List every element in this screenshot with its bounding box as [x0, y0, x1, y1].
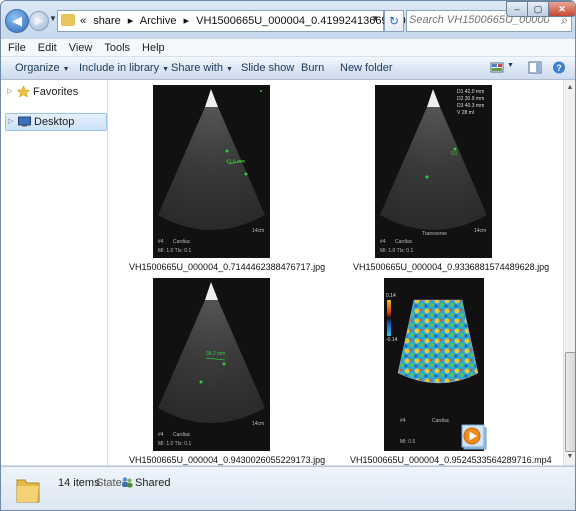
menu-tools[interactable]: Tools	[97, 39, 135, 54]
file-list: 41.6 mm #4 Cardiac MI: 1.0 TIs: 0.1 14cm…	[108, 80, 563, 465]
details-pane: 14 items State: Shared	[1, 466, 575, 510]
overlay-text: #4	[158, 432, 164, 438]
chevron-down-icon: ▼	[62, 66, 70, 73]
star-icon	[17, 86, 30, 97]
overlay-text: Cardiac	[432, 418, 450, 424]
item-count: 14 items	[58, 477, 100, 489]
chevron-down-icon: ▼	[225, 66, 233, 73]
address-dropdown-icon[interactable]: ▼	[371, 14, 379, 23]
breadcrumb-overflow[interactable]: «	[80, 15, 86, 27]
folder-icon	[16, 479, 40, 503]
measurement-label: D1	[451, 151, 458, 157]
measurement-label: 38.2 mm	[206, 351, 226, 357]
scale-label: -0.14	[386, 337, 398, 343]
measurement-readout: D1 42.0 mm	[457, 89, 485, 95]
scroll-down-icon[interactable]: ▼	[565, 451, 575, 463]
state-value: Shared	[135, 477, 171, 489]
address-bar[interactable]: « share ▸ Archive ▸ VH1500665U_000004_0.…	[57, 10, 418, 32]
change-view-icon[interactable]	[490, 61, 504, 74]
expand-icon[interactable]: ▷	[7, 84, 12, 100]
overlay-text: 14cm	[252, 421, 265, 427]
breadcrumb-share[interactable]: share	[93, 15, 121, 27]
sidebar-item-favorites[interactable]: ▷ Favorites	[5, 84, 105, 100]
forward-button[interactable]: ▶	[29, 11, 49, 31]
measurement-label: 41.6 mm	[226, 159, 246, 165]
vertical-scrollbar[interactable]: ▲ ▼	[563, 80, 575, 465]
measurement-readout: V 28 ml	[457, 110, 474, 116]
recent-pages-dropdown[interactable]: ▼	[49, 14, 57, 23]
file-name: VH1500665U_000004_0.9336881574489628.jpg	[353, 262, 550, 272]
scroll-up-icon[interactable]: ▲	[565, 82, 575, 94]
chevron-down-icon: ▼	[162, 66, 170, 73]
share-with-label: Share with	[171, 62, 223, 74]
overlay-text: MI: 1.0 TIs: 0.1	[158, 441, 192, 447]
sidebar-item-label: Favorites	[33, 86, 79, 98]
overlay-text: #4	[380, 239, 386, 245]
close-button[interactable]: ✕	[548, 1, 575, 17]
ultrasound-thumbnail: D1 42.0 mm D2 30.9 mm D3 40.3 mm V 28 ml…	[375, 85, 492, 258]
help-icon[interactable]: ?	[552, 61, 566, 74]
include-in-library-label: Include in library	[79, 62, 160, 74]
scrollbar-thumb[interactable]	[565, 352, 575, 452]
file-item[interactable]: 41.6 mm #4 Cardiac MI: 1.0 TIs: 0.1 14cm…	[128, 82, 325, 277]
menu-help[interactable]: Help	[135, 39, 170, 54]
expand-icon[interactable]: ▷	[8, 114, 13, 130]
file-item[interactable]: 38.2 mm #4 Cardiac MI: 1.0 TIs: 0.1 14cm…	[128, 275, 325, 470]
measurement-readout: D2 30.9 mm	[457, 96, 485, 102]
file-name: VH1500665U_000004_0.9524533564289716.mp4	[350, 455, 552, 465]
overlay-text: Cardiac	[173, 432, 191, 438]
title-bar: ◀ ▶ ▼ « share ▸ Archive ▸ VH1500665U_000…	[1, 1, 575, 39]
slide-show-button[interactable]: Slide show	[241, 62, 294, 74]
explorer-window: ◀ ▶ ▼ « share ▸ Archive ▸ VH1500665U_000…	[0, 0, 576, 511]
menu-view[interactable]: View	[62, 39, 98, 54]
overlay-text: Cardiac	[173, 239, 191, 245]
share-with-button[interactable]: Share with ▼	[171, 62, 233, 74]
folder-icon	[61, 14, 75, 26]
video-play-icon	[461, 424, 487, 450]
organize-label: Organize	[15, 62, 60, 74]
ultrasound-thumbnail: 41.6 mm #4 Cardiac MI: 1.0 TIs: 0.1 14cm	[153, 85, 270, 258]
command-bar: Organize ▼ Include in library ▼ Share with…	[1, 57, 575, 80]
minimize-button[interactable]: –	[506, 1, 528, 17]
refresh-button[interactable]: ↻	[384, 10, 404, 32]
view-options-dropdown-icon[interactable]: ▼	[507, 62, 514, 69]
overlay-text: Cardiac	[395, 239, 413, 245]
overlay-text: #4	[158, 239, 164, 245]
overlay-text: Transverse	[422, 231, 447, 237]
burn-button[interactable]: Burn	[301, 62, 324, 74]
overlay-text: 14cm	[252, 228, 265, 234]
navigation-pane: ▷ Favorites ▷ Desktop	[1, 80, 108, 465]
file-item[interactable]: D1 42.0 mm D2 30.9 mm D3 40.3 mm V 28 ml…	[350, 82, 549, 277]
new-folder-button[interactable]: New folder	[340, 62, 393, 74]
menu-bar: File Edit View Tools Help	[1, 39, 575, 57]
file-item[interactable]: 0.14 -0.14 #4 Cardiac MI: 0.5 VH1500665U…	[350, 275, 552, 470]
measurement-readout: D3 40.3 mm	[457, 103, 485, 109]
file-name: VH1500665U_000004_0.7144462388476717.jpg	[129, 262, 326, 272]
organize-button[interactable]: Organize ▼	[15, 62, 70, 74]
overlay-text: #4	[400, 418, 406, 424]
shared-users-icon	[122, 477, 133, 488]
ultrasound-thumbnail: 38.2 mm #4 Cardiac MI: 1.0 TIs: 0.1 14cm	[153, 278, 270, 451]
preview-pane-icon[interactable]	[528, 61, 542, 74]
breadcrumb-separator[interactable]: ▸	[184, 15, 190, 27]
overlay-text: MI: 0.5	[400, 439, 416, 445]
overlay-text: MI: 1.0 TIs: 0.1	[380, 248, 414, 254]
sidebar-item-label: Desktop	[34, 116, 75, 128]
menu-file[interactable]: File	[1, 39, 31, 54]
file-name: VH1500665U_000004_0.9430026055229173.jpg	[129, 455, 326, 465]
breadcrumb-separator[interactable]: ▸	[128, 15, 134, 27]
scale-label: 0.14	[386, 293, 396, 299]
breadcrumb-archive[interactable]: Archive	[140, 15, 177, 27]
sidebar-item-desktop[interactable]: ▷ Desktop	[5, 113, 107, 131]
svg-text:?: ?	[556, 63, 562, 73]
desktop-icon	[18, 116, 31, 127]
include-in-library-button[interactable]: Include in library ▼	[79, 62, 169, 74]
menu-edit[interactable]: Edit	[31, 39, 62, 54]
maximize-button[interactable]: ▢	[527, 1, 549, 17]
overlay-text: MI: 1.0 TIs: 0.1	[158, 248, 192, 254]
back-button[interactable]: ◀	[5, 9, 29, 33]
overlay-text: 14cm	[474, 228, 487, 234]
